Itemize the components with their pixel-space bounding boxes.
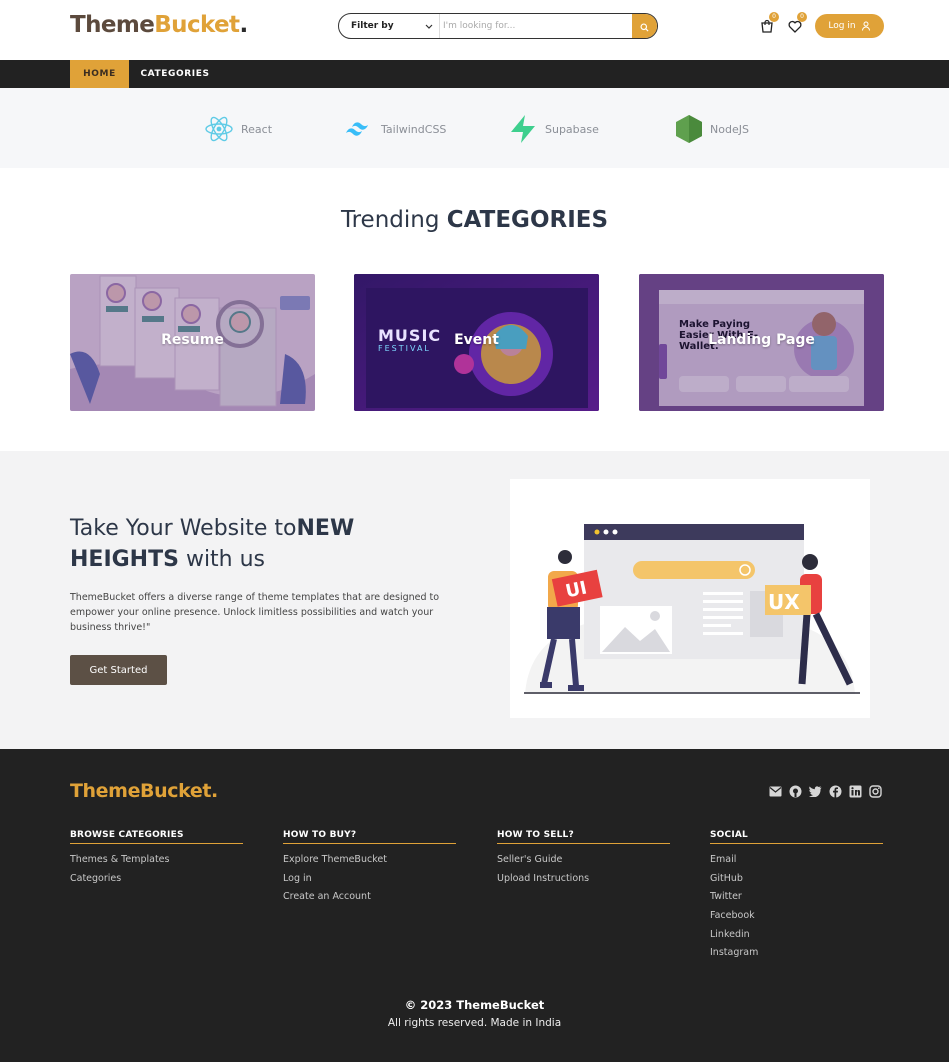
linkedin-icon[interactable] bbox=[848, 784, 862, 798]
illustration-ux-text: UX bbox=[768, 590, 800, 614]
wishlist-count-badge: 0 bbox=[797, 12, 807, 22]
footer-column-buy: HOW TO BUY? Explore ThemeBucket Log in C… bbox=[283, 830, 456, 910]
footer-link[interactable]: Email bbox=[710, 854, 883, 873]
site-header: ThemeBucket. Filter by 0 0 Log in bbox=[0, 0, 949, 60]
hero-title-part: with us bbox=[178, 547, 266, 572]
cart-button[interactable]: 0 bbox=[757, 12, 779, 36]
login-button[interactable]: Log in bbox=[815, 14, 884, 38]
footer-column-social: SOCIAL Email GitHub Twitter Facebook Lin… bbox=[710, 830, 883, 966]
nav-home[interactable]: HOME bbox=[70, 60, 129, 88]
nav-categories[interactable]: CATEGORIES bbox=[131, 60, 219, 88]
footer-column-title: BROWSE CATEGORIES bbox=[70, 830, 243, 844]
footer-link[interactable]: GitHub bbox=[710, 873, 883, 892]
wishlist-button[interactable]: 0 bbox=[785, 12, 807, 36]
filter-select[interactable]: Filter by bbox=[351, 21, 394, 31]
login-label: Log in bbox=[828, 21, 856, 31]
footer-column-title: HOW TO BUY? bbox=[283, 830, 456, 844]
category-card-label: Event bbox=[454, 332, 499, 348]
tech-nodejs-label: NodeJS bbox=[710, 122, 749, 136]
hero-title-part: Take Your Website to bbox=[70, 516, 297, 541]
nodejs-icon bbox=[676, 115, 702, 143]
logo-part-theme: Theme bbox=[70, 12, 155, 38]
category-card-resume[interactable]: Resume bbox=[70, 274, 315, 411]
footer-link[interactable]: Facebook bbox=[710, 910, 883, 929]
tech-supabase-label: Supabase bbox=[545, 122, 599, 136]
footer-logo[interactable]: ThemeBucket. bbox=[70, 780, 218, 802]
search-bar: Filter by bbox=[338, 13, 658, 39]
main-nav: HOME CATEGORIES bbox=[0, 60, 949, 88]
hero-section: Take Your Website toNEW HEIGHTS with us … bbox=[0, 451, 949, 749]
search-divider bbox=[439, 14, 440, 38]
trending-title-bold: CATEGORIES bbox=[446, 207, 609, 233]
footer-link[interactable]: Categories bbox=[70, 873, 243, 892]
footer-copyright: © 2023 ThemeBucket bbox=[404, 998, 545, 1012]
illustration-ui-text: UI bbox=[564, 577, 589, 602]
tech-react-label: React bbox=[241, 122, 273, 136]
chevron-down-icon[interactable] bbox=[424, 21, 434, 31]
twitter-icon[interactable] bbox=[808, 784, 822, 798]
react-icon bbox=[205, 116, 233, 142]
user-icon bbox=[861, 21, 870, 31]
footer-link[interactable]: Upload Instructions bbox=[497, 873, 670, 892]
trending-title-light: Trending bbox=[340, 207, 447, 233]
category-card-label: Landing Page bbox=[708, 332, 815, 348]
category-card-event[interactable]: MUSIC FESTIVAL Event bbox=[354, 274, 599, 411]
footer-column-title: SOCIAL bbox=[710, 830, 883, 844]
footer-column-title: HOW TO SELL? bbox=[497, 830, 670, 844]
hero-title-bold: NEW bbox=[296, 516, 355, 541]
hero-description: ThemeBucket offers a diverse range of th… bbox=[70, 592, 440, 633]
trending-title: Trending CATEGORIES bbox=[0, 207, 949, 233]
footer-link[interactable]: Explore ThemeBucket bbox=[283, 854, 456, 873]
footer-link[interactable]: Seller's Guide bbox=[497, 854, 670, 873]
site-footer: ThemeBucket. BROWSE CATEGORIES Themes & … bbox=[0, 749, 949, 1062]
category-card-landing-page[interactable]: Make Paying Easier With E-Wallet. Landin… bbox=[639, 274, 884, 411]
facebook-icon[interactable] bbox=[828, 784, 842, 798]
footer-social-icons bbox=[768, 784, 882, 798]
logo-part-bucket: Bucket bbox=[154, 12, 240, 38]
tailwind-icon bbox=[346, 122, 368, 136]
search-input[interactable] bbox=[443, 17, 628, 35]
get-started-button[interactable]: Get Started bbox=[70, 655, 167, 685]
footer-link[interactable]: Instagram bbox=[710, 947, 883, 966]
github-icon[interactable] bbox=[788, 784, 802, 798]
footer-link[interactable]: Linkedin bbox=[710, 929, 883, 948]
hero-illustration: UI UX bbox=[510, 479, 870, 718]
footer-link[interactable]: Create an Account bbox=[283, 891, 456, 910]
hero-title-bold: HEIGHTS bbox=[70, 547, 179, 572]
site-logo[interactable]: ThemeBucket. bbox=[70, 12, 248, 38]
tech-react: React bbox=[204, 114, 272, 144]
instagram-icon[interactable] bbox=[868, 784, 882, 798]
search-icon bbox=[640, 22, 649, 32]
cart-count-badge: 0 bbox=[769, 12, 779, 22]
footer-link[interactable]: Themes & Templates bbox=[70, 854, 243, 873]
footer-link[interactable]: Log in bbox=[283, 873, 456, 892]
footer-column-sell: HOW TO SELL? Seller's Guide Upload Instr… bbox=[497, 830, 670, 891]
hero-title: Take Your Website toNEW HEIGHTS with us bbox=[70, 513, 400, 575]
logo-dot: . bbox=[239, 12, 248, 38]
footer-rights: All rights reserved. Made in India bbox=[387, 1017, 562, 1029]
supabase-icon bbox=[511, 115, 535, 143]
tech-supabase: Supabase bbox=[508, 114, 599, 144]
tech-tailwind: TailwindCSS bbox=[344, 114, 446, 144]
footer-link[interactable]: Twitter bbox=[710, 891, 883, 910]
search-button[interactable] bbox=[632, 14, 657, 38]
tech-stack-strip: React TailwindCSS Supabase NodeJS bbox=[0, 88, 949, 168]
footer-column-browse: BROWSE CATEGORIES Themes & Templates Cat… bbox=[70, 830, 243, 891]
tech-tailwind-label: TailwindCSS bbox=[381, 122, 447, 136]
email-icon[interactable] bbox=[768, 784, 782, 798]
tech-nodejs: NodeJS bbox=[675, 114, 749, 144]
ui-ux-illustration: UI UX bbox=[524, 524, 860, 694]
category-card-label: Resume bbox=[161, 332, 224, 348]
